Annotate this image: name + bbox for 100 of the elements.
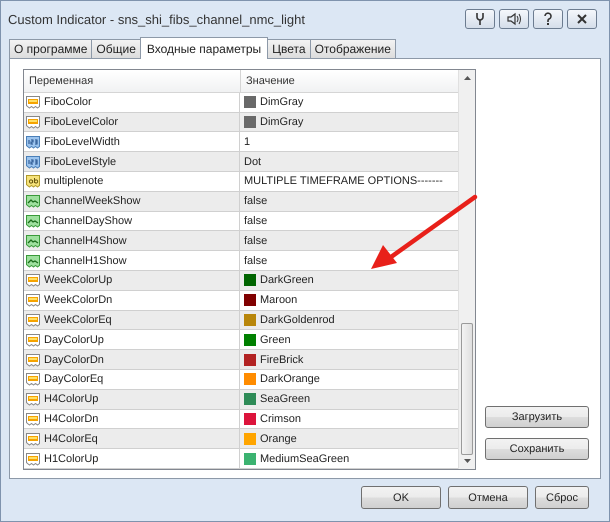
dialog-button[interactable]: Отмена [448, 486, 528, 509]
parameter-value: Crimson [260, 412, 301, 425]
table-row[interactable]: FiboLevelWidth 1 [24, 132, 458, 152]
close-button[interactable] [567, 9, 597, 29]
tab[interactable]: О программе [9, 39, 92, 58]
parameter-value: Dot [244, 156, 262, 168]
parameter-name: DayColorDn [44, 354, 104, 366]
parameter-value: MediumSeaGreen [260, 452, 350, 464]
table-row[interactable]: ChannelH4Show false [24, 231, 458, 252]
parameter-name: H1ColorUp [44, 452, 98, 464]
parameter-name: ChannelWeekShow [44, 195, 140, 208]
parameter-value: false [244, 195, 268, 208]
color-parameter-icon [25, 371, 41, 388]
number-parameter-icon [25, 154, 41, 170]
table-row[interactable]: ChannelDayShow false [24, 212, 458, 232]
parameter-value: false [244, 254, 268, 267]
boolean-parameter-icon [25, 232, 41, 249]
question-icon [542, 12, 554, 26]
tab[interactable]: Входные параметры [140, 37, 268, 59]
boolean-parameter-icon [25, 252, 41, 269]
parameter-name: DayColorUp [44, 334, 104, 346]
parameter-name: multiplenote [44, 175, 104, 188]
parameter-value: Green [260, 334, 291, 346]
boolean-parameter-icon [25, 212, 41, 229]
table-row[interactable]: WeekColorUp DarkGreen [24, 270, 458, 291]
scrollbar-thumb[interactable] [461, 323, 473, 455]
color-parameter-icon [25, 272, 41, 288]
text-parameter-icon [25, 173, 41, 190]
table-row[interactable]: H4ColorEq Orange [24, 429, 458, 450]
parameter-name: H4ColorUp [44, 393, 98, 406]
table-row[interactable]: DayColorUp Green [24, 330, 458, 350]
parameter-value: MULTIPLE TIMEFRAME OPTIONS------- [244, 175, 443, 188]
scrollbar[interactable] [458, 70, 475, 469]
parameter-value: DarkGreen [260, 274, 314, 286]
color-parameter-icon [25, 391, 41, 408]
parameter-name: WeekColorEq [44, 314, 112, 326]
parameter-value: DarkOrange [260, 373, 320, 386]
color-parameter-icon [25, 450, 41, 466]
parameter-name: FiboLevelStyle [44, 156, 116, 168]
color-parameter-icon [25, 352, 41, 368]
parameter-name: H4ColorDn [44, 412, 98, 425]
table-row[interactable]: ChannelWeekShow false [24, 192, 458, 212]
parameter-value: SeaGreen [260, 393, 310, 406]
color-parameter-icon [25, 114, 41, 130]
table-row[interactable]: ChannelH1Show false [24, 251, 458, 271]
parameter-name: FiboColor [44, 96, 92, 108]
table-row[interactable]: H4ColorUp SeaGreen [24, 390, 458, 410]
parameter-value: Maroon [260, 294, 298, 306]
table-row[interactable]: H1ColorUp MediumSeaGreen [24, 449, 458, 469]
speaker-icon [506, 12, 522, 26]
side-button[interactable]: Сохранить [485, 438, 589, 460]
color-parameter-icon [25, 430, 41, 447]
parameter-name: ChannelH4Show [44, 234, 127, 247]
settings-button[interactable] [465, 9, 495, 29]
table-row[interactable]: H4ColorDn Crimson [24, 410, 458, 430]
parameter-value: false [244, 234, 268, 247]
table-row[interactable]: multiplenote MULTIPLE TIMEFRAME OPTIONS------- [24, 172, 458, 192]
table-row[interactable]: FiboLevelColor DimGray [24, 112, 458, 132]
sound-button[interactable] [499, 9, 529, 29]
dialog-button[interactable]: OK [361, 486, 441, 509]
color-parameter-icon [25, 332, 41, 348]
side-button[interactable]: Загрузить [485, 406, 589, 428]
parameter-value: 1 [244, 136, 250, 148]
column-header[interactable]: Значение [241, 70, 458, 92]
scroll-down-icon[interactable] [464, 459, 470, 464]
parameter-value: DarkGoldenrod [260, 314, 335, 326]
tab[interactable]: Общие [91, 39, 141, 58]
column-header[interactable]: Переменная [24, 70, 241, 92]
scroll-up-icon[interactable] [464, 75, 470, 80]
close-icon [576, 13, 588, 25]
table-row[interactable]: FiboColor DimGray [24, 92, 458, 113]
parameter-name: DayColorEq [44, 373, 104, 386]
table-row[interactable]: FiboLevelStyle Dot [24, 152, 458, 172]
parameter-value: Orange [260, 432, 297, 445]
table-row[interactable]: WeekColorDn Maroon [24, 290, 458, 311]
table-row[interactable]: DayColorDn FireBrick [24, 350, 458, 370]
table-row[interactable]: WeekColorEq DarkGoldenrod [24, 310, 458, 330]
parameter-value: DimGray [260, 96, 304, 108]
parameter-name: ChannelDayShow [44, 214, 132, 227]
help-button[interactable] [533, 9, 563, 29]
parameter-name: WeekColorDn [44, 294, 112, 306]
tab[interactable]: Цвета [267, 39, 311, 58]
parameter-value: DimGray [260, 116, 304, 128]
parameter-name: ChannelH1Show [44, 254, 127, 267]
parameter-name: FiboLevelWidth [44, 136, 120, 148]
parameter-value: false [244, 214, 268, 227]
parameter-name: FiboLevelColor [44, 116, 118, 128]
window-title: Custom Indicator - sns_shi_fibs_channel_nmc_light [8, 12, 305, 26]
color-parameter-icon [25, 94, 41, 110]
boolean-parameter-icon [25, 193, 41, 210]
parameter-name: WeekColorUp [44, 274, 112, 286]
table-row[interactable]: DayColorEq DarkOrange [24, 370, 458, 390]
parameter-value: FireBrick [260, 354, 304, 366]
color-parameter-icon [25, 312, 41, 328]
dialog-button[interactable]: Сброс [535, 486, 589, 509]
tab[interactable]: Отображение [310, 39, 396, 58]
parameter-name: H4ColorEq [44, 432, 98, 445]
number-parameter-icon [25, 134, 41, 150]
color-parameter-icon [25, 292, 41, 308]
color-parameter-icon [25, 410, 41, 427]
